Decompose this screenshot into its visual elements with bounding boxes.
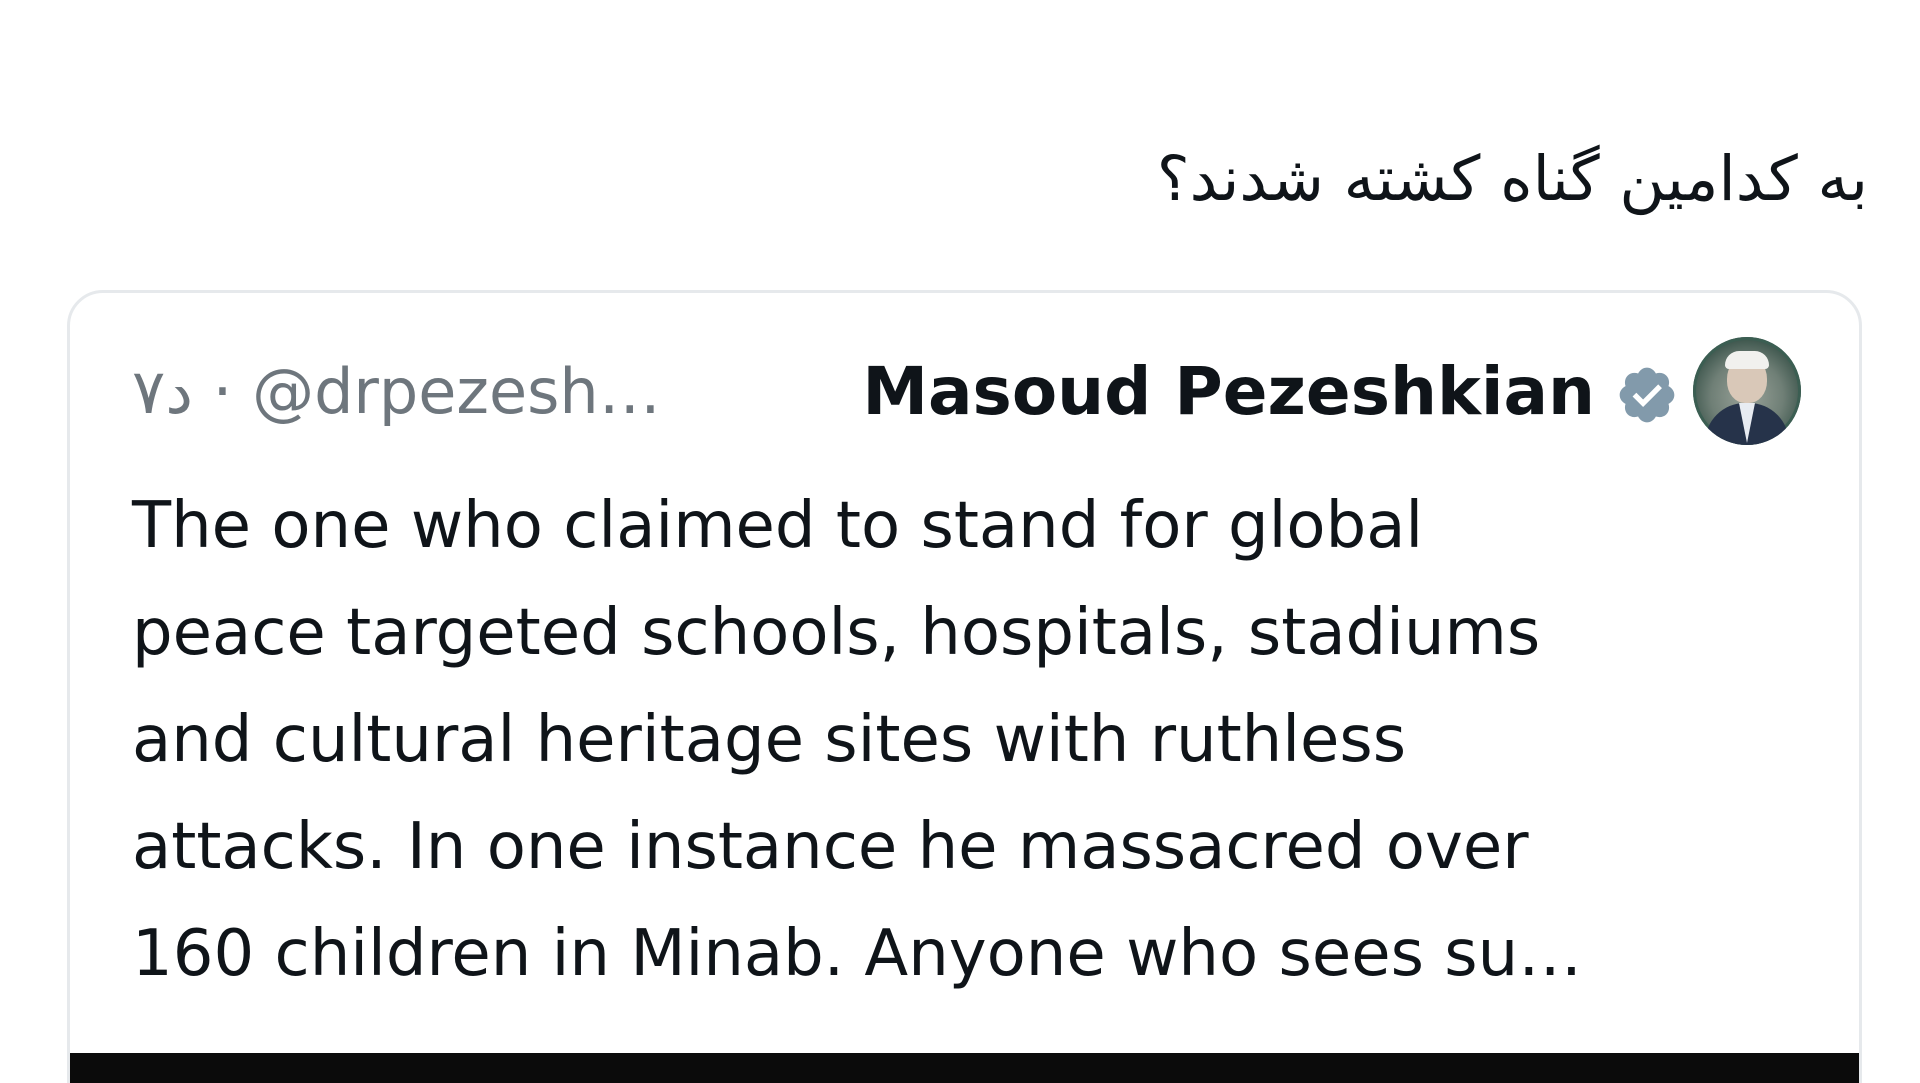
- body-line: attacks. In one instance he massacred ov…: [132, 810, 1529, 884]
- author-name[interactable]: Masoud Pezeshkian: [862, 347, 1595, 437]
- quoted-tweet-header: Masoud Pezeshkian ۷د · @drpezesh…: [70, 337, 1859, 447]
- post-text: به کدامین گناه کشته شدند؟: [1156, 142, 1868, 215]
- author-handle[interactable]: @drpezesh…: [252, 355, 661, 428]
- meta-separator: ·: [212, 355, 233, 428]
- body-line: 160 children in Minab. Anyone who sees s…: [132, 917, 1583, 991]
- body-line: peace targeted schools, hospitals, stadi…: [132, 596, 1541, 670]
- quoted-tweet-body: The one who claimed to stand for global …: [132, 473, 1812, 1008]
- verified-badge-icon: [1619, 367, 1675, 423]
- timestamp[interactable]: ۷د: [132, 355, 193, 428]
- author-meta: ۷د · @drpezesh…: [132, 347, 661, 437]
- body-line: The one who claimed to stand for global: [132, 489, 1424, 563]
- quoted-tweet-card[interactable]: Masoud Pezeshkian ۷د · @drpezesh… The on…: [67, 290, 1862, 1083]
- avatar[interactable]: [1693, 337, 1801, 445]
- body-line: and cultural heritage sites with ruthles…: [132, 703, 1407, 777]
- attached-media[interactable]: [70, 1053, 1859, 1083]
